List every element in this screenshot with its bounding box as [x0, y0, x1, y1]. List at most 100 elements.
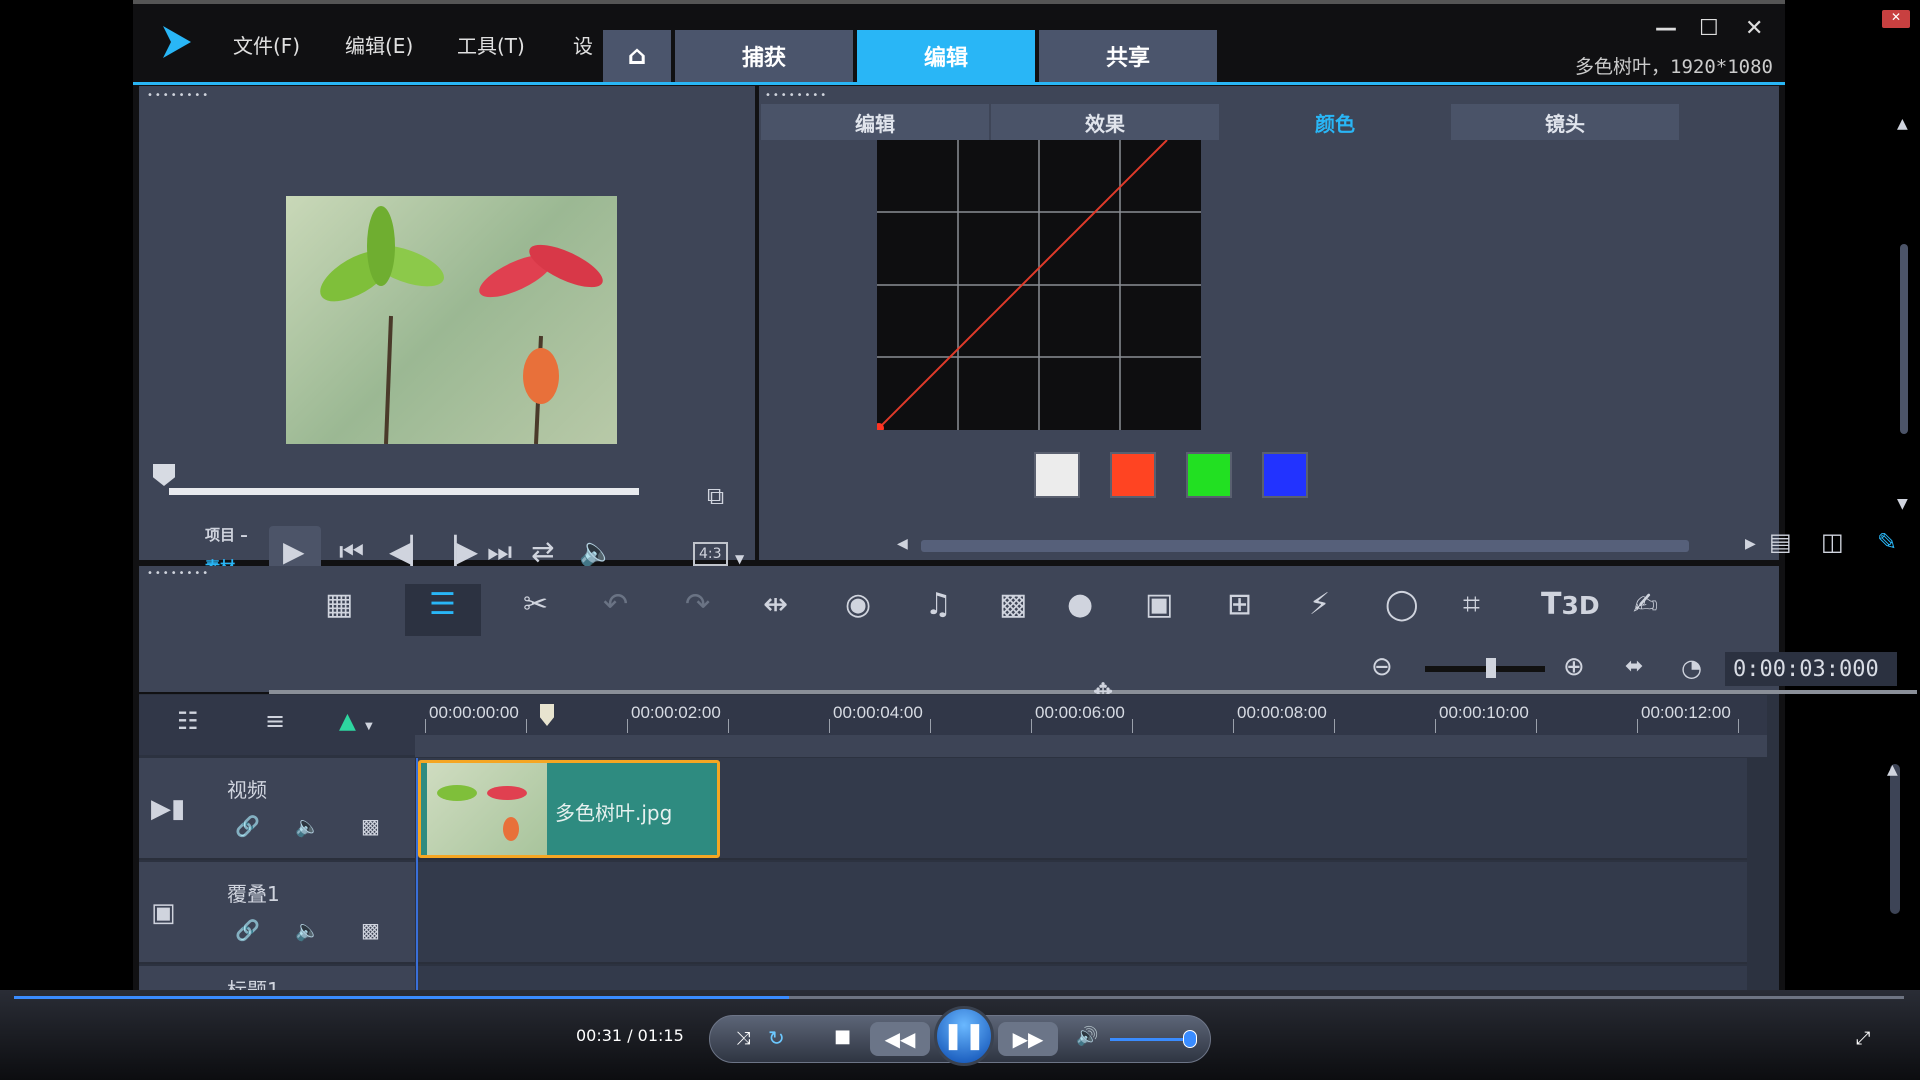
zoom-slider[interactable] — [1425, 666, 1545, 672]
video-track-icon: ▶▮ — [151, 794, 186, 824]
enlarge-preview-icon[interactable]: ⧉ — [707, 484, 724, 508]
shuffle-icon[interactable]: ⤨ — [736, 1028, 750, 1049]
tab-capture[interactable]: 捕获 — [675, 30, 853, 82]
painting-creator-icon[interactable]: ✍ — [1633, 590, 1658, 620]
trim-marker-handle[interactable] — [153, 464, 175, 486]
home-button[interactable]: ⌂ — [603, 30, 671, 82]
volume-thumb[interactable] — [1183, 1030, 1197, 1048]
channel-red-swatch[interactable] — [1110, 452, 1156, 498]
link-icon[interactable]: 🔗 — [235, 918, 260, 942]
record-capture-icon[interactable]: ◉ — [845, 590, 871, 620]
go-to-start-icon[interactable]: ⏮ — [339, 538, 364, 566]
switch-to-library-icon[interactable]: ⤢ — [1856, 1028, 1870, 1049]
multi-camera-icon[interactable]: ⊞ — [1227, 590, 1252, 620]
channel-green-swatch[interactable] — [1186, 452, 1232, 498]
play-icon: ▶ — [283, 535, 305, 568]
ripple-dropdown-icon[interactable]: ▼ — [365, 721, 373, 732]
link-icon[interactable]: 🔗 — [235, 814, 260, 838]
mute-icon[interactable]: 🔊 — [1076, 1026, 1098, 1047]
subtitle-editor-icon[interactable]: ▣ — [1145, 590, 1173, 620]
library-view-icon[interactable]: ▤ — [1769, 528, 1792, 556]
rewind-button[interactable]: ◀◀ — [870, 1022, 930, 1056]
close-button[interactable]: ✕ — [1745, 16, 1763, 41]
zoom-out-icon[interactable]: ⊖ — [1371, 652, 1393, 682]
volume-icon[interactable]: 🔈 — [579, 538, 614, 566]
track-mute-icon[interactable]: 🔈 — [295, 918, 320, 942]
mask-creator-icon[interactable]: ◯ — [1385, 590, 1419, 620]
clock-icon: ◔ — [1681, 654, 1702, 682]
channel-rgb-swatch[interactable] — [1034, 452, 1080, 498]
pause-button[interactable]: ❚❚ — [934, 1006, 994, 1066]
menu-tools[interactable]: 工具(T) — [457, 30, 525, 59]
scrub-bar[interactable] — [169, 488, 639, 495]
motion-track-icon[interactable]: ● — [1067, 590, 1093, 620]
go-to-end-icon[interactable]: ⏭ — [487, 538, 512, 566]
timeline-vscrollbar[interactable] — [1890, 764, 1900, 914]
split-view-icon[interactable]: ◫ — [1821, 528, 1844, 556]
curve-line[interactable] — [878, 139, 1168, 429]
track-transparency-icon[interactable]: ▩ — [361, 918, 380, 942]
timeline-view-icon[interactable]: ☰ — [429, 590, 456, 620]
panel-grip: •••••••• — [147, 90, 211, 101]
tab-options-edit[interactable]: 编辑 — [761, 104, 989, 140]
scroll-up-icon[interactable]: ▲ — [1897, 116, 1908, 132]
tab-options-effect[interactable]: 效果 — [991, 104, 1219, 140]
timeline-ruler[interactable]: 00:00:00:00 00:00:02:00 00:00:04:00 00:00:0… — [415, 695, 1767, 735]
redo-icon[interactable]: ↷ — [685, 590, 710, 620]
track-transparency-icon[interactable]: ▩ — [361, 814, 380, 838]
fit-width-icon[interactable]: ⇹ — [763, 590, 788, 620]
ripple-edit-icon[interactable]: ▲ — [339, 709, 356, 734]
menu-edit[interactable]: 编辑(E) — [345, 30, 413, 59]
panel-grip: •••••••• — [147, 568, 211, 579]
stop-icon[interactable]: ■ — [834, 1026, 851, 1047]
pan-zoom-icon[interactable]: ⌗ — [1463, 590, 1480, 620]
auto-music-icon[interactable]: ▩ — [999, 590, 1027, 620]
ruler-tick — [1233, 719, 1234, 733]
ruler-tick — [1334, 719, 1335, 733]
menu-file[interactable]: 文件(F) — [233, 30, 300, 59]
time-remap-icon[interactable]: ⚡ — [1309, 590, 1330, 620]
fit-project-icon[interactable]: ⬌ — [1625, 654, 1643, 679]
audio-mixer-icon[interactable]: ♫ — [925, 590, 952, 620]
project-duration: 0:00:03:000 — [1725, 652, 1897, 686]
track-manager-icon[interactable]: ☷ — [177, 707, 199, 735]
track-area-overlay[interactable] — [417, 862, 1747, 964]
tab-edit[interactable]: 编辑 — [857, 30, 1035, 82]
scroll-down-icon[interactable]: ▼ — [1897, 496, 1908, 512]
channel-blue-swatch[interactable] — [1262, 452, 1308, 498]
host-close-button[interactable]: ✕ — [1882, 10, 1910, 28]
tab-share[interactable]: 共享 — [1039, 30, 1217, 82]
zoom-in-icon[interactable]: ⊕ — [1563, 652, 1585, 682]
maximize-button[interactable]: ☐ — [1699, 16, 1719, 41]
aspect-dropdown-icon[interactable]: ▼ — [735, 552, 744, 566]
options-vscrollbar[interactable] — [1900, 244, 1908, 434]
track-mute-icon[interactable]: 🔈 — [295, 814, 320, 838]
fast-forward-button[interactable]: ▶▶ — [998, 1022, 1058, 1056]
tone-curve-graph[interactable] — [874, 139, 1201, 433]
next-frame-icon[interactable]: ▕▶ — [435, 538, 478, 566]
minimize-button[interactable]: — — [1655, 16, 1677, 41]
repeat-icon[interactable]: ↻ — [768, 1026, 785, 1050]
menu-settings[interactable]: 设 — [573, 30, 593, 59]
previous-frame-icon[interactable]: ◀▏ — [389, 538, 432, 566]
add-remove-chapter-icon[interactable]: ≡ — [265, 707, 285, 735]
project-mode-label[interactable]: 项目 – — [205, 524, 248, 545]
edit-options-icon[interactable]: ✎ — [1877, 528, 1897, 556]
storyboard-view-icon[interactable]: ▦ — [325, 590, 353, 620]
home-icon: ⌂ — [627, 41, 647, 71]
timeline-scroll-up-icon[interactable]: ▲ — [1887, 762, 1898, 778]
aspect-ratio-button[interactable]: 4:3 — [693, 542, 728, 566]
volume-slider[interactable] — [1110, 1038, 1190, 1041]
scroll-left-icon[interactable]: ◀ — [897, 536, 908, 552]
options-hscrollbar[interactable] — [921, 540, 1689, 552]
tab-options-color[interactable]: 颜色 — [1221, 104, 1449, 140]
undo-icon[interactable]: ↶ — [603, 590, 628, 620]
zoom-slider-thumb[interactable] — [1486, 658, 1496, 678]
timeline-clip[interactable]: 多色树叶.jpg — [418, 760, 720, 858]
tab-options-lens[interactable]: 镜头 — [1451, 104, 1679, 140]
video-editor-window: 文件(F) 编辑(E) 工具(T) 设 ⌂ 捕获 编辑 共享 — ☐ ✕ 多色树… — [133, 0, 1917, 1080]
scroll-right-icon[interactable]: ▶ — [1745, 536, 1756, 552]
tools-icon[interactable]: ✂ — [523, 590, 548, 620]
3d-title-icon[interactable]: T3D — [1541, 590, 1600, 620]
repeat-icon[interactable]: ⇄ — [531, 538, 554, 566]
